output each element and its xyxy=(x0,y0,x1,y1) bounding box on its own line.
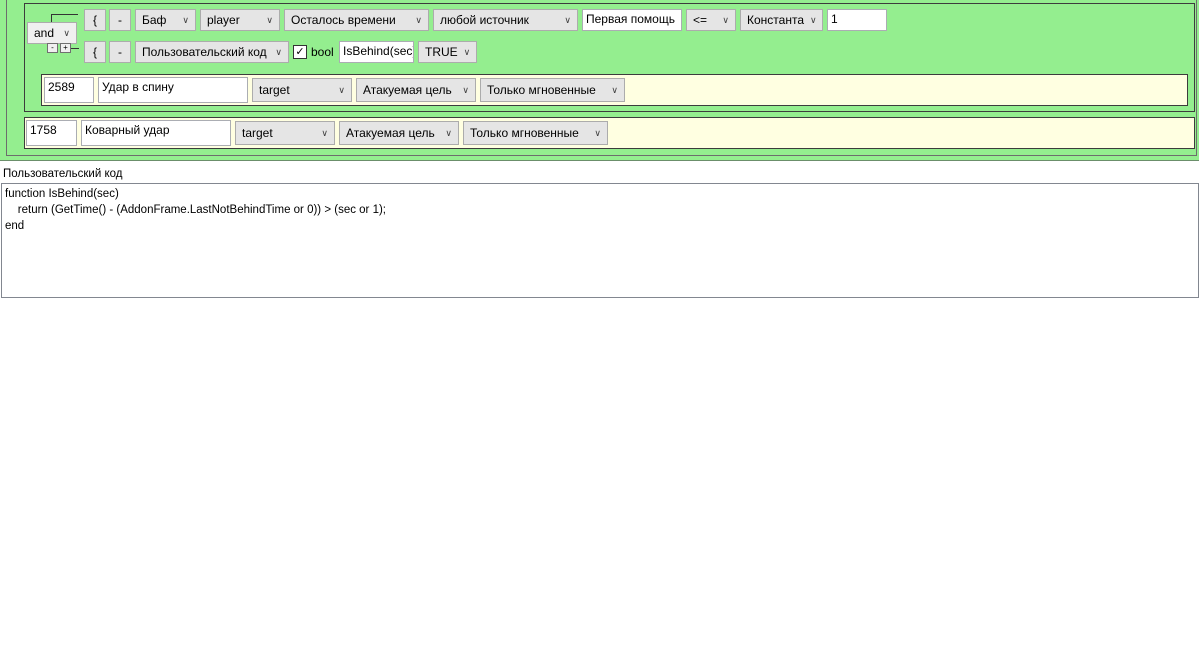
target-desc-value: Атакуемая цель xyxy=(346,126,435,140)
bool-label: bool xyxy=(311,45,334,59)
condition-type-value: Баф xyxy=(142,13,167,27)
chevron-down-icon: ∨ xyxy=(445,127,452,138)
collapse-button[interactable]: - xyxy=(47,43,58,53)
chevron-down-icon: ∨ xyxy=(266,14,273,25)
cast-mode-dropdown[interactable]: Только мгновенные ∨ xyxy=(480,78,625,102)
result-dropdown[interactable]: TRUE ∨ xyxy=(418,41,477,63)
logic-operator-dropdown[interactable]: and ∨ xyxy=(27,22,77,44)
target-dropdown[interactable]: target ∨ xyxy=(252,78,352,102)
target-value: target xyxy=(242,126,273,140)
code-panel-title: Пользовательский код xyxy=(3,168,123,180)
operator-dropdown[interactable]: <= ∨ xyxy=(686,9,736,31)
spell-id-input[interactable]: 1758 xyxy=(26,120,77,146)
cast-mode-dropdown[interactable]: Только мгновенные ∨ xyxy=(463,121,608,145)
operator-value: <= xyxy=(693,13,708,27)
unit-dropdown[interactable]: player ∨ xyxy=(200,9,280,31)
expand-button[interactable]: + xyxy=(60,43,71,53)
chevron-down-icon: ∨ xyxy=(321,127,328,138)
bool-checkbox[interactable]: ✓ xyxy=(293,45,307,59)
target-value: target xyxy=(259,83,290,97)
chevron-down-icon: ∨ xyxy=(594,127,601,138)
condition-type-value: Пользовательский код xyxy=(142,45,267,59)
constant-value-input[interactable]: 1 xyxy=(827,9,887,31)
logic-operator-value: and xyxy=(34,26,55,40)
cast-mode-value: Только мгновенные xyxy=(487,83,596,97)
value-type-dropdown[interactable]: Константа ∨ xyxy=(740,9,823,31)
chevron-down-icon: ∨ xyxy=(810,14,817,25)
chevron-down-icon: ∨ xyxy=(463,46,471,57)
unit-value: player xyxy=(207,13,240,27)
chevron-down-icon: ∨ xyxy=(182,14,189,25)
spell-id-input[interactable]: 2589 xyxy=(44,77,94,103)
chevron-down-icon: ∨ xyxy=(564,14,571,25)
spell-name-input[interactable]: Удар в спину xyxy=(98,77,248,103)
open-brace-button[interactable]: { xyxy=(84,41,106,63)
result-value: TRUE xyxy=(425,45,458,59)
open-brace-button[interactable]: { xyxy=(84,9,106,31)
condition-type-dropdown[interactable]: Пользовательский код ∨ xyxy=(135,41,289,63)
cast-mode-value: Только мгновенные xyxy=(470,126,579,140)
target-dropdown[interactable]: target ∨ xyxy=(235,121,335,145)
target-desc-dropdown[interactable]: Атакуемая цель ∨ xyxy=(356,78,476,102)
tree-line-bottom xyxy=(71,48,79,49)
aura-name-input[interactable]: Первая помощь xyxy=(582,9,682,31)
checkmark-icon: ✓ xyxy=(295,46,305,58)
tree-line-vertical xyxy=(51,14,52,22)
target-desc-value: Атакуемая цель xyxy=(363,83,452,97)
condition-type-dropdown[interactable]: Баф ∨ xyxy=(135,9,196,31)
source-value: любой источник xyxy=(440,13,529,27)
property-dropdown[interactable]: Осталось времени ∨ xyxy=(284,9,429,31)
chevron-down-icon: ∨ xyxy=(462,84,469,95)
spell-name-input[interactable]: Коварный удар xyxy=(81,120,231,146)
value-type-value: Константа xyxy=(747,13,804,27)
remove-condition-button[interactable]: - xyxy=(109,41,131,63)
chevron-down-icon: ∨ xyxy=(611,84,618,95)
source-dropdown[interactable]: любой источник ∨ xyxy=(433,9,578,31)
chevron-down-icon: ∨ xyxy=(722,14,729,25)
chevron-down-icon: ∨ xyxy=(275,46,282,57)
code-name-input[interactable]: IsBehind(sec) xyxy=(339,41,414,63)
code-editor[interactable]: function IsBehind(sec) return (GetTime()… xyxy=(1,183,1199,298)
property-value: Осталось времени xyxy=(291,13,396,27)
chevron-down-icon: ∨ xyxy=(338,84,345,95)
tree-line-top xyxy=(51,14,78,15)
target-desc-dropdown[interactable]: Атакуемая цель ∨ xyxy=(339,121,459,145)
remove-condition-button[interactable]: - xyxy=(109,9,131,31)
chevron-down-icon: ∨ xyxy=(63,27,70,38)
chevron-down-icon: ∨ xyxy=(415,14,422,25)
